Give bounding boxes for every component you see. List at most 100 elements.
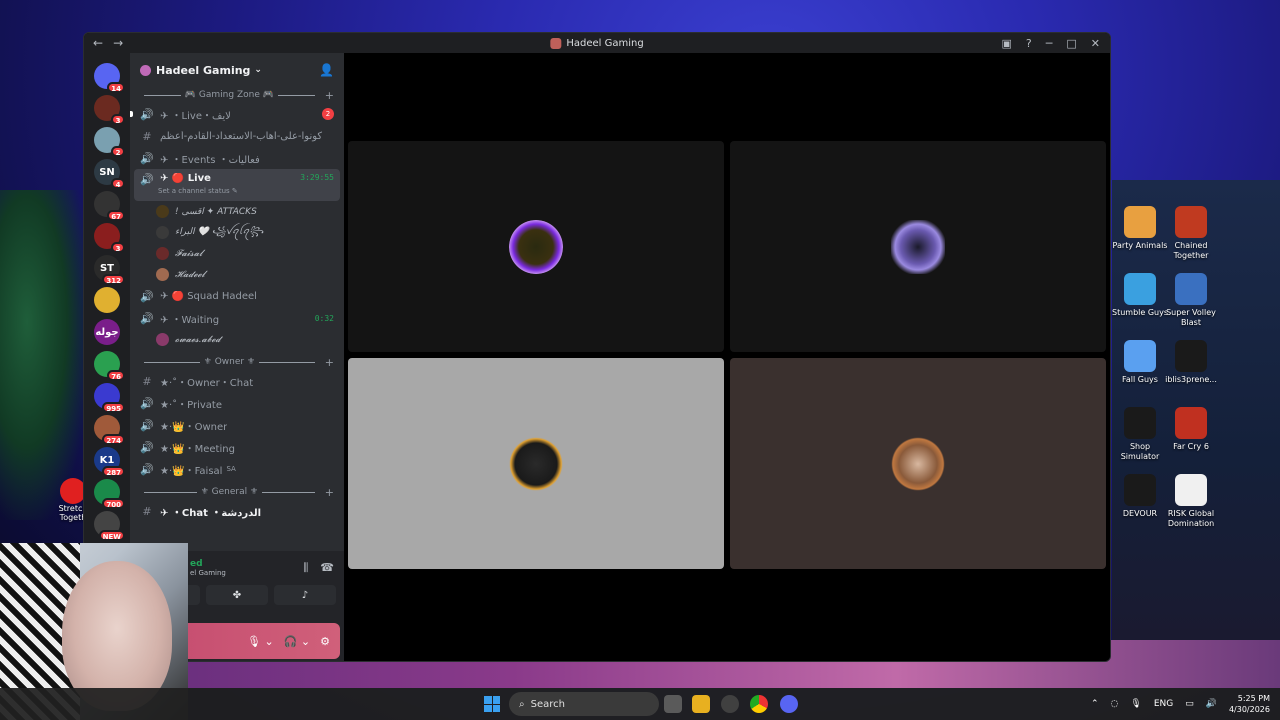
category-divider — [144, 491, 197, 493]
voice-user[interactable]: 𝓸𝔀𝓪𝓮𝓼.𝓪𝓫𝓮𝓭 — [130, 329, 344, 350]
start-button[interactable] — [484, 696, 500, 712]
server-icon[interactable]: جوله — [94, 319, 120, 345]
server-header[interactable]: Hadeel Gaming ⌄ 👤 — [130, 53, 344, 87]
voice-user[interactable]: 𝓗𝓪𝓭𝓮𝓮𝓵 — [130, 264, 344, 285]
shortcut-icon — [1175, 474, 1207, 506]
forward-arrow-icon[interactable]: → — [113, 36, 123, 50]
server-icon-label: K1 — [99, 454, 115, 466]
desktop-shortcut[interactable]: DEVOUR — [1111, 474, 1169, 519]
channel-name: ✈ 🔴 Squad Hadeel — [160, 290, 257, 302]
channel-events[interactable]: 🔊 ✈ ・Events ・فعاليات — [134, 147, 340, 169]
network-icon[interactable]: ◌ — [1111, 699, 1119, 709]
minimize-button[interactable]: ─ — [1046, 37, 1053, 50]
desktop-shortcut[interactable]: Party Animals — [1111, 206, 1169, 251]
voice-user[interactable]: ! اقسى ✦ ATTACKS — [130, 201, 344, 222]
activities-button[interactable]: ✤ — [206, 585, 268, 605]
server-icon[interactable]: ST 312 — [94, 255, 125, 285]
voice-user[interactable]: 𝓕𝓪𝓲𝓼𝓪𝓵 — [130, 243, 344, 264]
clock[interactable]: 5:25 PM 4/30/2026 — [1229, 693, 1270, 715]
add-channel-icon[interactable]: + — [325, 486, 334, 499]
channel-owner[interactable]: 🔊 ★·👑・Owner — [134, 414, 340, 436]
channel-chat[interactable]: # ✈ ・Chat ・الدردشة — [134, 500, 340, 522]
invite-people-icon[interactable]: 👤 — [319, 63, 334, 77]
close-button[interactable]: ✕ — [1091, 37, 1100, 50]
category-label: ⚜ General ⚜ — [200, 487, 259, 497]
server-icon[interactable]: NEW — [94, 511, 125, 541]
channel-name: ✈ ・Waiting — [160, 314, 220, 326]
notification-badge: 2 — [111, 146, 125, 157]
desktop-shortcut[interactable]: Chained Together — [1162, 206, 1220, 261]
participant-tile[interactable] — [730, 358, 1106, 569]
channel-meeting[interactable]: 🔊 ★·👑・Meeting — [134, 436, 340, 458]
channel-live-active[interactable]: 🔊 ✈ 🔴 Live 3:29:55 Set a channel status … — [134, 169, 340, 201]
inbox-icon[interactable]: ▣ — [1002, 37, 1012, 50]
user-name: 𝓗𝓪𝓭𝓮𝓮𝓵 — [175, 269, 205, 280]
taskbar-search[interactable]: ⌕ Search — [509, 692, 659, 716]
taskbar: ⌕ Search ⌃ ◌ 🎙 ENG ▭ 🔊 5:25 PM 4/30/2026 — [0, 688, 1280, 720]
channel-ready-text[interactable]: # كونوا-على-اهاب-الاستعداد-القادم-أعظم — [134, 125, 340, 147]
add-channel-icon[interactable]: + — [325, 89, 334, 102]
back-arrow-icon[interactable]: ← — [93, 36, 103, 50]
shortcut-label: Fall Guys — [1122, 375, 1158, 384]
server-icon[interactable]: 76 — [94, 351, 125, 381]
shortcut-label: Far Cry 6 — [1173, 442, 1209, 451]
desktop-shortcut[interactable]: Far Cry 6 — [1162, 407, 1220, 452]
category-owner[interactable]: ⚜ Owner ⚜ + — [130, 354, 344, 370]
desktop-shortcut[interactable]: Super Volley Blast — [1162, 273, 1220, 328]
channel-live-top[interactable]: 🔊 ✈ ・Live・لايف 2 — [130, 103, 340, 125]
volume-icon[interactable]: 🔊 — [1206, 699, 1217, 709]
maximize-button[interactable]: □ — [1066, 37, 1076, 50]
channel-name: ✈ ・Live・لايف — [160, 110, 231, 122]
server-icon[interactable]: 2 — [94, 127, 125, 157]
server-icon[interactable]: 995 — [94, 383, 125, 413]
disconnect-icon[interactable]: ☎ — [320, 561, 334, 575]
category-gaming-zone[interactable]: 🎮 Gaming Zone 🎮 + — [130, 87, 344, 103]
speaker-icon: 🔊 — [140, 289, 154, 303]
server-icon-label: SN — [99, 166, 115, 178]
server-avatar — [140, 64, 151, 76]
soundboard-button[interactable]: ♪ — [274, 585, 336, 605]
participant-tile[interactable] — [348, 141, 724, 352]
headphones-icon[interactable]: 🎧 ⌄ — [284, 635, 310, 648]
server-icon[interactable]: 67 — [94, 191, 125, 221]
server-icon[interactable]: 274 — [94, 415, 125, 445]
server-icon[interactable]: 14 — [94, 63, 125, 93]
voice-user[interactable]: البراء 🤍 ꧁ꪜꪖꪶꪖ꧂ — [130, 222, 344, 243]
noise-suppression-icon[interactable]: ⫼ — [303, 561, 308, 575]
desktop-shortcut[interactable]: Shop Simulator — [1111, 407, 1169, 462]
participant-tile[interactable] — [348, 358, 724, 569]
server-icon[interactable]: SN 4 — [94, 159, 125, 189]
display-icon[interactable]: ▭ — [1185, 699, 1194, 709]
file-explorer-icon[interactable] — [692, 695, 710, 713]
desktop-shortcut[interactable]: Fall Guys — [1111, 340, 1169, 385]
add-channel-icon[interactable]: + — [325, 356, 334, 369]
category-general[interactable]: ⚜ General ⚜ + — [130, 484, 344, 500]
desktop-shortcut[interactable]: iblis3prene... — [1162, 340, 1220, 385]
channel-squad-hadeel[interactable]: 🔊 ✈ 🔴 Squad Hadeel — [134, 285, 340, 307]
participant-tile[interactable] — [730, 141, 1106, 352]
help-icon[interactable]: ? — [1026, 37, 1032, 50]
settings-gear-icon[interactable]: ⚙ — [320, 635, 330, 648]
chrome-icon[interactable] — [750, 695, 768, 713]
server-icon[interactable]: K1 287 — [94, 447, 125, 477]
microphone-tray-icon[interactable]: 🎙 — [1130, 699, 1141, 709]
desktop-shortcut[interactable]: RISK Global Domination — [1162, 474, 1220, 529]
voice-server-name[interactable]: el Gaming — [190, 569, 226, 577]
channel-waiting[interactable]: 🔊 ✈ ・Waiting 0:32 — [134, 307, 340, 329]
desktop-shortcut[interactable]: Stumble Guys — [1111, 273, 1169, 318]
server-icon[interactable]: 3 — [94, 223, 125, 253]
steam-icon[interactable] — [721, 695, 739, 713]
microphone-icon[interactable]: 🎙 ⌄ — [247, 635, 274, 648]
server-icon[interactable]: 700 — [94, 479, 125, 509]
tray-overflow-icon[interactable]: ⌃ — [1091, 699, 1099, 709]
server-icon[interactable] — [94, 287, 120, 313]
language-indicator[interactable]: ENG — [1154, 699, 1173, 709]
notification-badge: 312 — [102, 274, 125, 285]
channel-private[interactable]: 🔊 ★·˚・Private — [134, 392, 340, 414]
channel-owner-chat[interactable]: # ★·˚・Owner・Chat — [134, 370, 340, 392]
channel-faisal[interactable]: 🔊 ★·👑・Faisal SA — [134, 458, 340, 480]
server-icon[interactable]: 3 — [94, 95, 125, 125]
discord-icon[interactable] — [780, 695, 798, 713]
set-channel-status[interactable]: Set a channel status ✎ — [158, 187, 238, 195]
task-view-icon[interactable] — [664, 695, 682, 713]
